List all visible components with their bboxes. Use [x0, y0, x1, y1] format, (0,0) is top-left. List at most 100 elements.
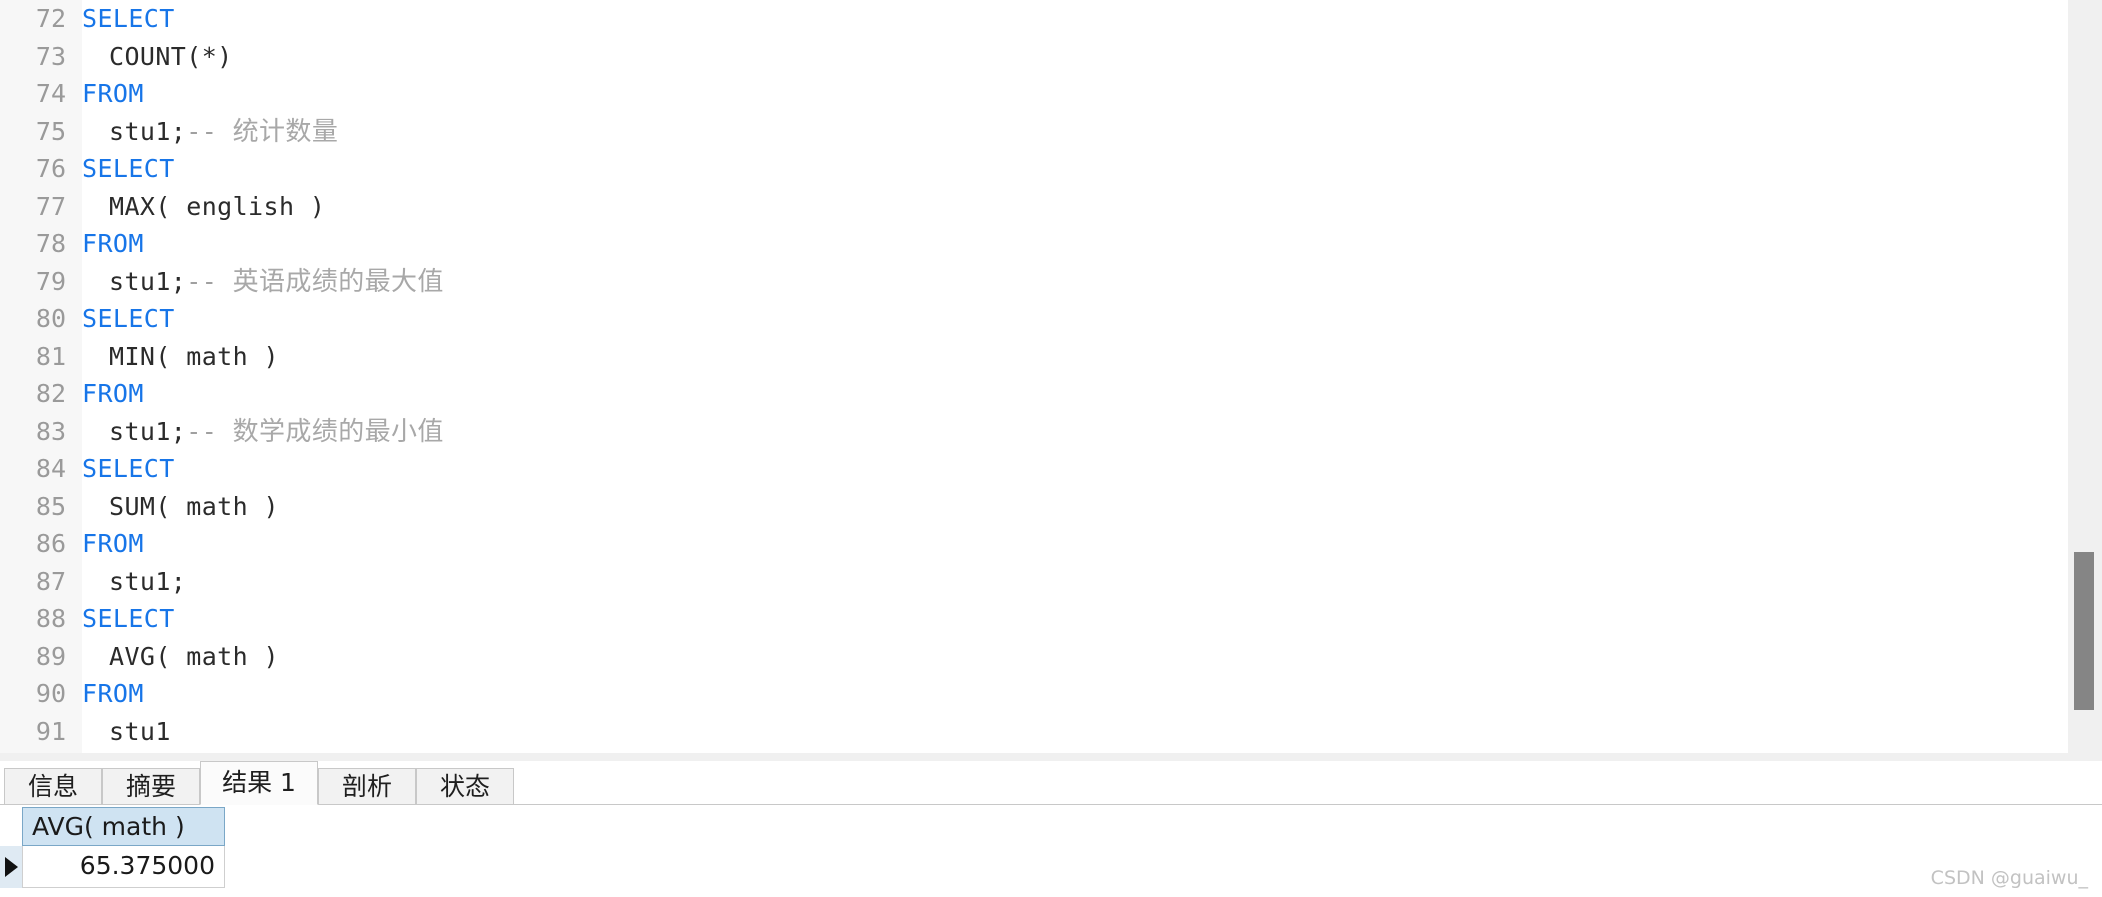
- result-tab-4[interactable]: 剖析: [318, 768, 416, 805]
- sql-keyword: SELECT: [82, 4, 175, 33]
- result-tab-2[interactable]: 摘要: [102, 768, 200, 805]
- code-line-text: SELECT: [82, 600, 175, 638]
- sql-comment-dashes: --: [186, 116, 218, 146]
- line-number: 89: [35, 641, 66, 671]
- code-line-text: stu1;: [82, 563, 186, 601]
- line-number: 90: [35, 679, 66, 708]
- editor-vertical-scrollbar-track[interactable]: [2068, 0, 2102, 753]
- code-line-text: SELECT: [82, 0, 175, 38]
- line-number: 80: [35, 304, 66, 333]
- sql-keyword: SELECT: [82, 304, 175, 333]
- code-token: stu1;: [109, 566, 187, 596]
- code-line[interactable]: 73 COUNT(*): [0, 38, 2068, 76]
- code-line[interactable]: 79 stu1;-- 英语成绩的最大值: [0, 263, 2068, 301]
- comment-space: [217, 417, 232, 446]
- line-number: 73: [35, 41, 66, 71]
- code-token: MAX( english ): [109, 191, 326, 221]
- line-number: 85: [35, 491, 66, 521]
- code-line-text: FROM: [82, 225, 144, 263]
- code-line[interactable]: 85 SUM( math ): [0, 488, 2068, 526]
- code-line[interactable]: 78 FROM: [0, 225, 2068, 263]
- code-line[interactable]: 89 AVG( math ): [0, 638, 2068, 676]
- code-lines-container[interactable]: 72 SELECT 73 COUNT(*) 74 FROM 75 stu1;-- 统计数量…: [0, 0, 2068, 750]
- line-number: 79: [35, 266, 66, 296]
- line-number: 75: [35, 116, 66, 146]
- line-number: 78: [35, 229, 66, 258]
- sql-comment-text: 统计数量: [232, 116, 339, 147]
- sql-keyword: FROM: [82, 229, 144, 258]
- code-token: stu1;: [109, 266, 187, 296]
- code-line[interactable]: 72 SELECT: [0, 0, 2068, 38]
- code-line-text: FROM: [82, 375, 144, 413]
- code-line[interactable]: 76 SELECT: [0, 150, 2068, 188]
- comment-space: [217, 267, 232, 296]
- code-line-text: SELECT: [82, 450, 175, 488]
- code-line[interactable]: 82 FROM: [0, 375, 2068, 413]
- current-row-triangle-icon: [5, 857, 18, 877]
- code-line[interactable]: 87 stu1;: [0, 563, 2068, 601]
- code-line-text: FROM: [82, 75, 144, 113]
- code-line-text: FROM: [82, 525, 144, 563]
- result-tab-bar[interactable]: 信息 摘要 结果 1 剖析 状态: [0, 761, 2102, 805]
- code-token: stu1;: [109, 416, 187, 446]
- code-line[interactable]: 84 SELECT: [0, 450, 2068, 488]
- grid-cell[interactable]: 65.375000: [22, 846, 225, 888]
- sql-comment-dashes: --: [186, 416, 218, 446]
- code-line-text: AVG( math ): [82, 638, 279, 676]
- code-line[interactable]: 80 SELECT: [0, 300, 2068, 338]
- line-number: 86: [35, 529, 66, 558]
- code-token: stu1;: [109, 116, 187, 146]
- code-line[interactable]: 90 FROM: [0, 675, 2068, 713]
- code-line-text: stu1;-- 统计数量: [82, 113, 338, 152]
- code-line-text: stu1: [82, 713, 171, 751]
- sql-keyword: FROM: [82, 379, 144, 408]
- code-line[interactable]: 74 FROM: [0, 75, 2068, 113]
- code-line[interactable]: 75 stu1;-- 统计数量: [0, 113, 2068, 151]
- grid-header-row[interactable]: AVG( math ): [22, 807, 225, 846]
- sql-comment-text: 英语成绩的最大值: [232, 266, 444, 297]
- result-tab-5[interactable]: 状态: [416, 768, 514, 805]
- editor-result-splitter[interactable]: [0, 753, 2102, 761]
- sql-keyword: FROM: [82, 679, 144, 708]
- row-marker-cell[interactable]: [0, 846, 22, 888]
- code-token: MIN( math ): [109, 341, 279, 371]
- line-number: 83: [35, 416, 66, 446]
- code-line-text: SUM( math ): [82, 488, 279, 526]
- code-line[interactable]: 81 MIN( math ): [0, 338, 2068, 376]
- code-line-text: MAX( english ): [82, 188, 325, 226]
- sql-keyword: FROM: [82, 79, 144, 108]
- code-token: AVG( math ): [109, 641, 279, 671]
- code-line-text: SELECT: [82, 150, 175, 188]
- line-number: 81: [35, 341, 66, 371]
- code-line-text: SELECT: [82, 300, 175, 338]
- sql-keyword: FROM: [82, 529, 144, 558]
- result-tab-3[interactable]: 结果 1: [200, 761, 318, 805]
- code-line[interactable]: 91 stu1: [0, 713, 2068, 751]
- table-row[interactable]: 65.375000: [0, 846, 225, 888]
- watermark-label: CSDN @guaiwu_: [1930, 867, 2088, 889]
- line-number: 74: [35, 79, 66, 108]
- code-line[interactable]: 77 MAX( english ): [0, 188, 2068, 226]
- sql-editor-pane[interactable]: 72 SELECT 73 COUNT(*) 74 FROM 75 stu1;-- 统计数量…: [0, 0, 2068, 753]
- grid-column-header[interactable]: AVG( math ): [22, 807, 225, 846]
- sql-keyword: SELECT: [82, 454, 175, 483]
- line-number: 91: [35, 716, 66, 746]
- result-grid[interactable]: AVG( math ) 65.375000: [0, 805, 2102, 897]
- code-line-text: FROM: [82, 675, 144, 713]
- line-number: 84: [35, 454, 66, 483]
- code-line-text: stu1;-- 英语成绩的最大值: [82, 263, 444, 302]
- sql-keyword: SELECT: [82, 604, 175, 633]
- code-line-text: MIN( math ): [82, 338, 279, 376]
- editor-vertical-scrollbar-thumb[interactable]: [2074, 552, 2094, 710]
- code-line[interactable]: 83 stu1;-- 数学成绩的最小值: [0, 413, 2068, 451]
- code-token: stu1: [109, 716, 171, 746]
- code-line-text: COUNT(*): [82, 38, 233, 76]
- result-tab-1[interactable]: 信息: [4, 768, 102, 805]
- sql-keyword: SELECT: [82, 154, 175, 183]
- code-line[interactable]: 86 FROM: [0, 525, 2068, 563]
- sql-comment-dashes: --: [186, 266, 218, 296]
- code-line[interactable]: 88 SELECT: [0, 600, 2068, 638]
- sql-comment-text: 数学成绩的最小值: [232, 416, 444, 447]
- line-number: 82: [35, 379, 66, 408]
- line-number: 87: [35, 566, 66, 596]
